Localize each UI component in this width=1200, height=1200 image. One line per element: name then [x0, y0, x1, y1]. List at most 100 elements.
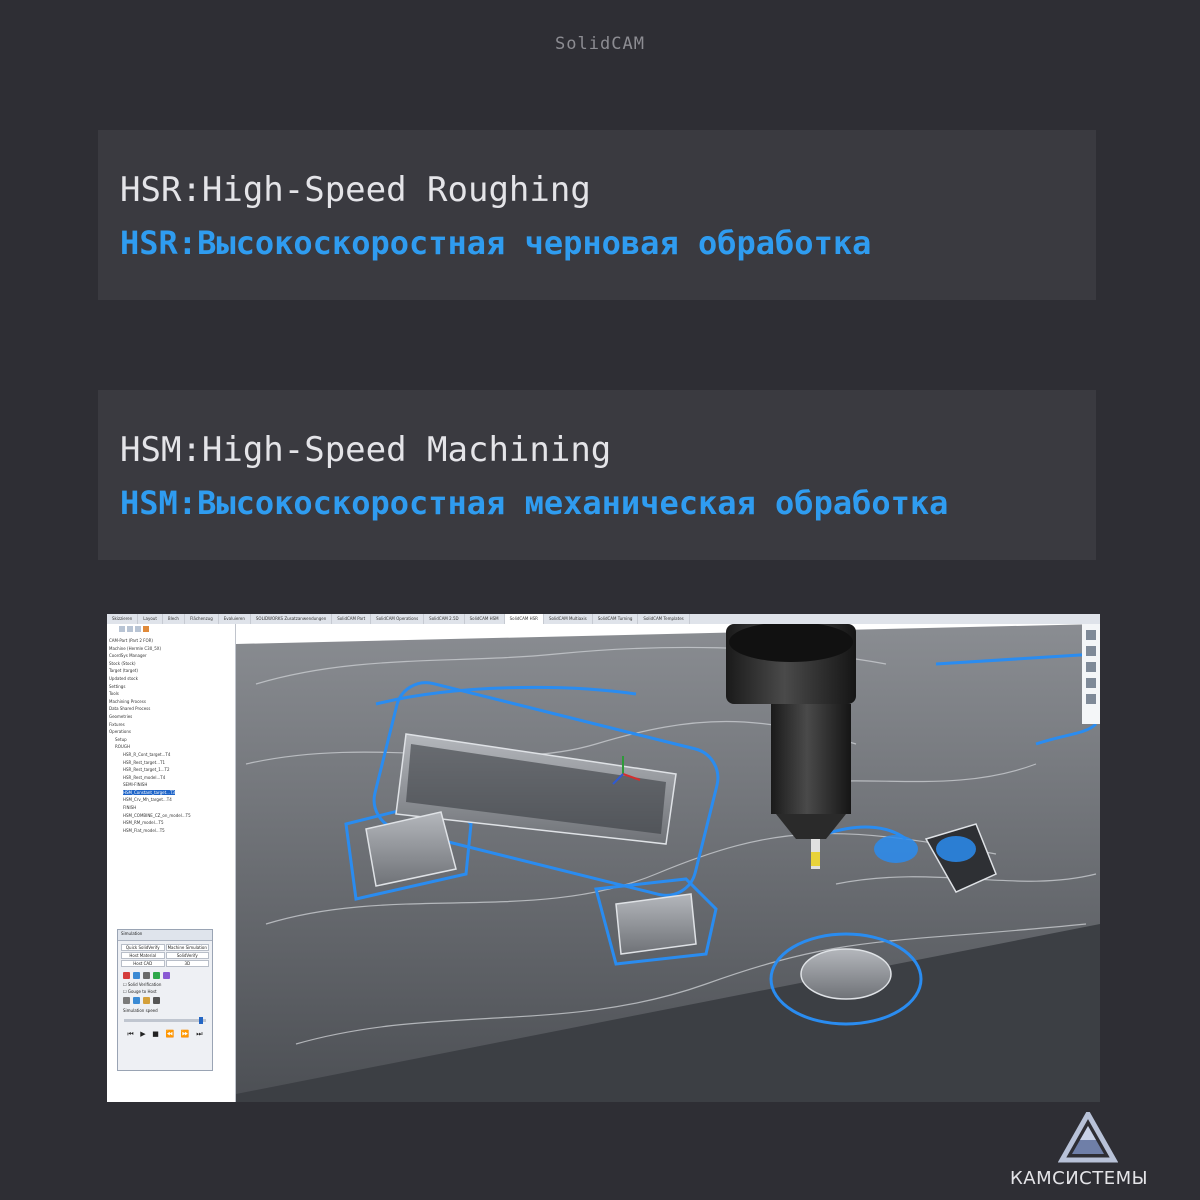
wire-mode-icon[interactable] — [133, 972, 140, 979]
ribbon-tab[interactable]: SolidCAM HSM — [465, 614, 505, 624]
ribbon-tab[interactable]: SolidCAM Operations — [371, 614, 425, 624]
toolbar-button[interactable] — [135, 626, 141, 632]
playback-controls: ⏮ ▶ ■ ⏪ ⏩ ⏭ — [118, 1026, 212, 1043]
ribbon-tab[interactable]: Skizzieren — [107, 614, 139, 624]
hsm-title-ru: HSM:Высокоскоростная механическая обрабо… — [120, 484, 949, 522]
hsm-card: HSM:High-Speed Machining HSM:Высокоскоро… — [98, 390, 1096, 560]
tree-item[interactable]: HSR_Rest_target_1...T2 — [107, 766, 235, 774]
tree-item-label: Stock (Stock) — [109, 660, 136, 666]
tree-item-label: Machine (Hermle C30_5X) — [109, 645, 162, 651]
tree-item-label: ROUGH — [115, 744, 130, 750]
ribbon-tab[interactable]: Evaluieren — [219, 614, 251, 624]
measure-icon[interactable] — [153, 997, 160, 1004]
tree-item-label: Geometries — [109, 713, 133, 719]
tree-item[interactable]: Tools — [107, 690, 235, 698]
tree-item[interactable]: FINISH — [107, 804, 235, 812]
tree-item-label: Machining Process — [109, 698, 146, 704]
ribbon-tab[interactable]: SolidCAM HSR — [504, 614, 544, 624]
tree-item[interactable]: Fixtures — [107, 721, 235, 729]
tree-item[interactable]: Target (target) — [107, 667, 235, 675]
tree-item[interactable]: Settings — [107, 683, 235, 691]
simulation-tool-icons — [118, 995, 212, 1006]
tree-item[interactable]: HSR_Rest_model...T4 — [107, 774, 235, 782]
toolbar-button[interactable] — [143, 626, 149, 632]
rotate-icon[interactable] — [123, 997, 130, 1004]
ribbon-tab[interactable]: SolidCAM Templates — [638, 614, 690, 624]
simulation-speed-slider[interactable] — [124, 1017, 206, 1024]
tree-item-label: Settings — [109, 683, 126, 689]
tree-item[interactable]: Geometries — [107, 713, 235, 721]
tree-item[interactable]: HSM_Constant_target...T3 — [107, 789, 235, 797]
tree-item[interactable]: Setup — [107, 736, 235, 744]
tree-item[interactable]: Machine (Hermle C30_5X) — [107, 645, 235, 653]
ribbon-tab[interactable]: Blech — [163, 614, 185, 624]
rewind-icon[interactable]: ⏮ — [127, 1030, 133, 1039]
gouge-check[interactable]: ☐ Gouge to Host — [118, 988, 212, 995]
end-icon[interactable]: ⏭ — [196, 1030, 202, 1039]
ribbon-tab[interactable]: SOLIDWORKS Zusatzanwendungen — [251, 614, 333, 624]
tree-item-label: HSM_Constant_target...T3 — [123, 789, 175, 795]
tree-item[interactable]: HSR_Rest_target...T1 — [107, 759, 235, 767]
tree-item[interactable]: HSM_RM_model...T5 — [107, 819, 235, 827]
solid-verification-check[interactable]: ☐ Solid Verification — [118, 981, 212, 988]
ribbon-tab[interactable]: Flächenzug — [185, 614, 219, 624]
cam-manager-tree: CAM-Part (Part 2 FOR) Machine (Hermle C30… — [107, 624, 236, 1102]
simulation-window: Simulation Quick SolidVerify Machine Simu… — [117, 929, 213, 1071]
shade-mode-icon[interactable] — [143, 972, 150, 979]
simulation-tab[interactable]: SolidVerify — [165, 952, 209, 959]
tree-item-label: HSM_Flat_model...T5 — [123, 827, 165, 833]
tree-item-label: Operations — [109, 729, 131, 735]
ribbon-tab[interactable]: SolidCAM Turning — [593, 614, 639, 624]
tree-item[interactable]: HSR_R_Cont_target...T4 — [107, 751, 235, 759]
hsm-title-en: HSM:High-Speed Machining — [120, 430, 612, 470]
simulation-tab[interactable]: Machine Simulation — [165, 944, 209, 951]
tree-item[interactable]: Stock (Stock) — [107, 660, 235, 668]
tree-item-label: CoordSys Manager — [109, 653, 147, 659]
hsr-card: HSR:High-Speed Roughing HSR:Высокоскорос… — [98, 130, 1096, 300]
brand-header: SolidCAM — [555, 34, 645, 54]
tree-item[interactable]: Updated stock — [107, 675, 235, 683]
simulation-tab[interactable]: 3D — [165, 960, 209, 967]
tree-item[interactable]: HSM_Flat_model...T5 — [107, 827, 235, 835]
tree-item-label: Data Shared Process — [109, 706, 151, 712]
tree-item-label: SEMI-FINISH — [123, 782, 148, 788]
slider-knob[interactable] — [199, 1017, 203, 1024]
tree-item[interactable]: SEMI-FINISH — [107, 781, 235, 789]
toolbar-button[interactable] — [119, 626, 125, 632]
tree-item[interactable]: Data Shared Process — [107, 705, 235, 713]
simulation-tab[interactable]: Host Material — [121, 952, 165, 959]
simulation-tab[interactable]: Quick SolidVerify — [121, 944, 165, 951]
step-forward-icon[interactable]: ⏩ — [181, 1030, 190, 1039]
tree-items: CAM-Part (Part 2 FOR) Machine (Hermle C30… — [107, 637, 235, 834]
toolbar-button[interactable] — [127, 626, 133, 632]
zoom-icon[interactable] — [133, 997, 140, 1004]
tree-item-label: HSR_Rest_target...T1 — [123, 759, 166, 765]
tree-item-label: Setup — [115, 736, 127, 742]
compare-mode-icon[interactable] — [153, 972, 160, 979]
simulation-speed-label: Simulation speed — [123, 1008, 158, 1013]
tree-item[interactable]: CoordSys Manager — [107, 652, 235, 660]
tree-item-label: HSR_Rest_model...T4 — [123, 774, 166, 780]
simulation-tabs: Quick SolidVerify Machine Simulation Host … — [118, 941, 212, 970]
tree-item[interactable]: HSM_Crv_Mh_target...T4 — [107, 796, 235, 804]
tree-item[interactable]: CAM-Part (Part 2 FOR) — [107, 637, 235, 645]
section-icon[interactable] — [143, 997, 150, 1004]
kamsistemy-logo-text: КАМСИСТЕМЫ — [1010, 1168, 1149, 1189]
tree-item[interactable]: Operations — [107, 728, 235, 736]
tree-item-label: HSR_R_Cont_target...T4 — [123, 751, 171, 757]
play-icon[interactable]: ▶ — [140, 1030, 145, 1039]
tool-mode-icon[interactable] — [163, 972, 170, 979]
ribbon-tab[interactable]: SolidCAM 2.5D — [424, 614, 465, 624]
ribbon-tab[interactable]: Layout — [138, 614, 163, 624]
ribbon-tab[interactable]: SolidCAM Part — [332, 614, 372, 624]
stop-icon[interactable]: ■ — [152, 1030, 159, 1039]
step-back-icon[interactable]: ⏪ — [166, 1030, 175, 1039]
ribbon-tab[interactable]: SolidCAM Multiaxis — [544, 614, 593, 624]
tree-item[interactable]: ROUGH — [107, 743, 235, 751]
tree-item-label: Target (target) — [109, 668, 138, 674]
3d-viewport[interactable] — [236, 624, 1100, 1102]
simulation-tab[interactable]: Host CAD — [121, 960, 165, 967]
tree-item[interactable]: HSM_COMBINE_CZ_on_model...T5 — [107, 812, 235, 820]
solid-mode-icon[interactable] — [123, 972, 130, 979]
tree-item[interactable]: Machining Process — [107, 698, 235, 706]
